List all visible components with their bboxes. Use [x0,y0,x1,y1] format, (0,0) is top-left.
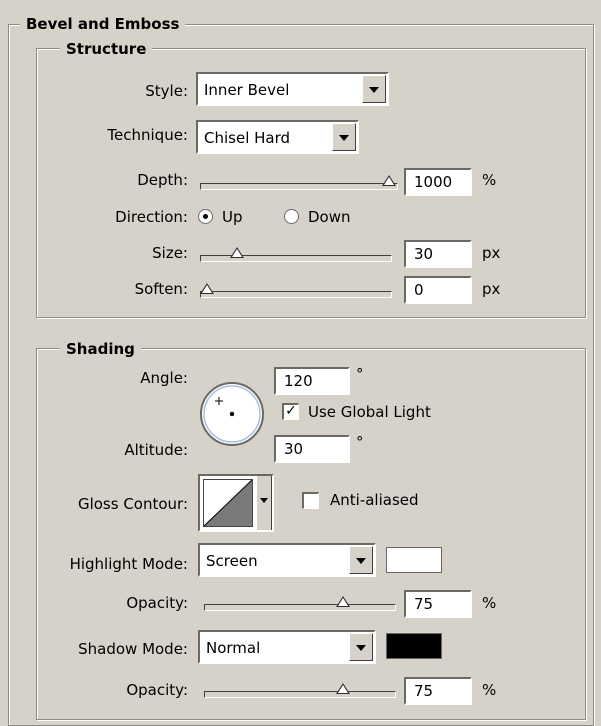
direction-label: Direction: [115,208,188,226]
shading-title: Shading [60,340,141,358]
altitude-input[interactable]: 30 [274,435,350,463]
highlight-opacity-slider[interactable] [204,604,396,611]
size-input[interactable]: 30 [404,240,472,268]
shadow-opacity-unit: % [482,681,497,699]
size-slider-thumb[interactable] [229,247,244,258]
altitude-unit: ° [356,433,364,451]
direction-up-label[interactable]: Up [222,207,243,227]
soften-input[interactable]: 0 [404,276,472,304]
angle-dial[interactable] [198,380,266,448]
chevron-down-icon[interactable] [362,75,386,103]
highlight-opacity-label: Opacity: [126,594,188,612]
highlight-opacity-input[interactable]: 75 [404,590,472,618]
style-label: Style: [145,82,188,100]
shadow-mode-label: Shadow Mode: [78,640,188,658]
technique-value: Chisel Hard [204,129,291,147]
direction-down-radio[interactable] [284,209,299,224]
contour-preview-icon [203,479,253,527]
anti-aliased-checkbox[interactable] [302,492,319,509]
shadow-mode-value: Normal [206,639,261,657]
angle-label: Angle: [140,369,188,387]
size-unit: px [482,244,501,262]
highlight-mode-label: Highlight Mode: [69,555,188,573]
shadow-opacity-slider[interactable] [204,691,396,698]
shadow-opacity-input[interactable]: 75 [404,677,472,705]
technique-select[interactable]: Chisel Hard [196,120,359,154]
use-global-light-checkbox[interactable]: ✓ [282,403,299,420]
technique-label: Technique: [107,126,188,144]
panel-title: Bevel and Emboss [20,15,186,33]
chevron-down-icon[interactable] [349,546,373,574]
structure-title: Structure [60,40,153,58]
angle-unit: ° [356,365,364,383]
chevron-down-icon[interactable] [256,476,272,530]
gloss-contour-picker[interactable] [198,474,274,532]
altitude-label: Altitude: [124,441,188,459]
anti-aliased-label[interactable]: Anti-aliased [330,490,419,510]
gloss-contour-label: Gloss Contour: [77,495,188,513]
shadow-mode-select[interactable]: Normal [198,630,376,664]
highlight-mode-value: Screen [206,552,258,570]
soften-slider[interactable] [200,291,392,298]
direction-down-label[interactable]: Down [308,207,351,227]
highlight-opacity-slider-thumb[interactable] [336,596,350,607]
angle-input[interactable]: 120 [274,367,350,395]
depth-input[interactable]: 1000 [404,168,472,196]
size-label: Size: [152,244,188,262]
style-select[interactable]: Inner Bevel [196,72,389,106]
depth-slider-thumb[interactable] [382,175,396,186]
chevron-down-icon[interactable] [332,123,356,151]
size-slider[interactable] [200,255,392,262]
chevron-down-icon[interactable] [349,633,373,661]
shadow-color-swatch[interactable] [386,633,442,659]
highlight-color-swatch[interactable] [386,547,442,573]
soften-label: Soften: [134,280,188,298]
direction-up-radio[interactable] [198,209,213,224]
highlight-mode-select[interactable]: Screen [198,543,376,577]
soften-unit: px [482,280,501,298]
depth-slider[interactable] [200,183,398,190]
shadow-opacity-label: Opacity: [126,681,188,699]
shadow-opacity-slider-thumb[interactable] [336,683,350,694]
style-value: Inner Bevel [204,81,290,99]
depth-label: Depth: [137,171,188,189]
use-global-light-label[interactable]: Use Global Light [308,402,431,422]
soften-slider-thumb[interactable] [200,283,214,294]
depth-unit: % [482,171,497,189]
highlight-opacity-unit: % [482,594,497,612]
